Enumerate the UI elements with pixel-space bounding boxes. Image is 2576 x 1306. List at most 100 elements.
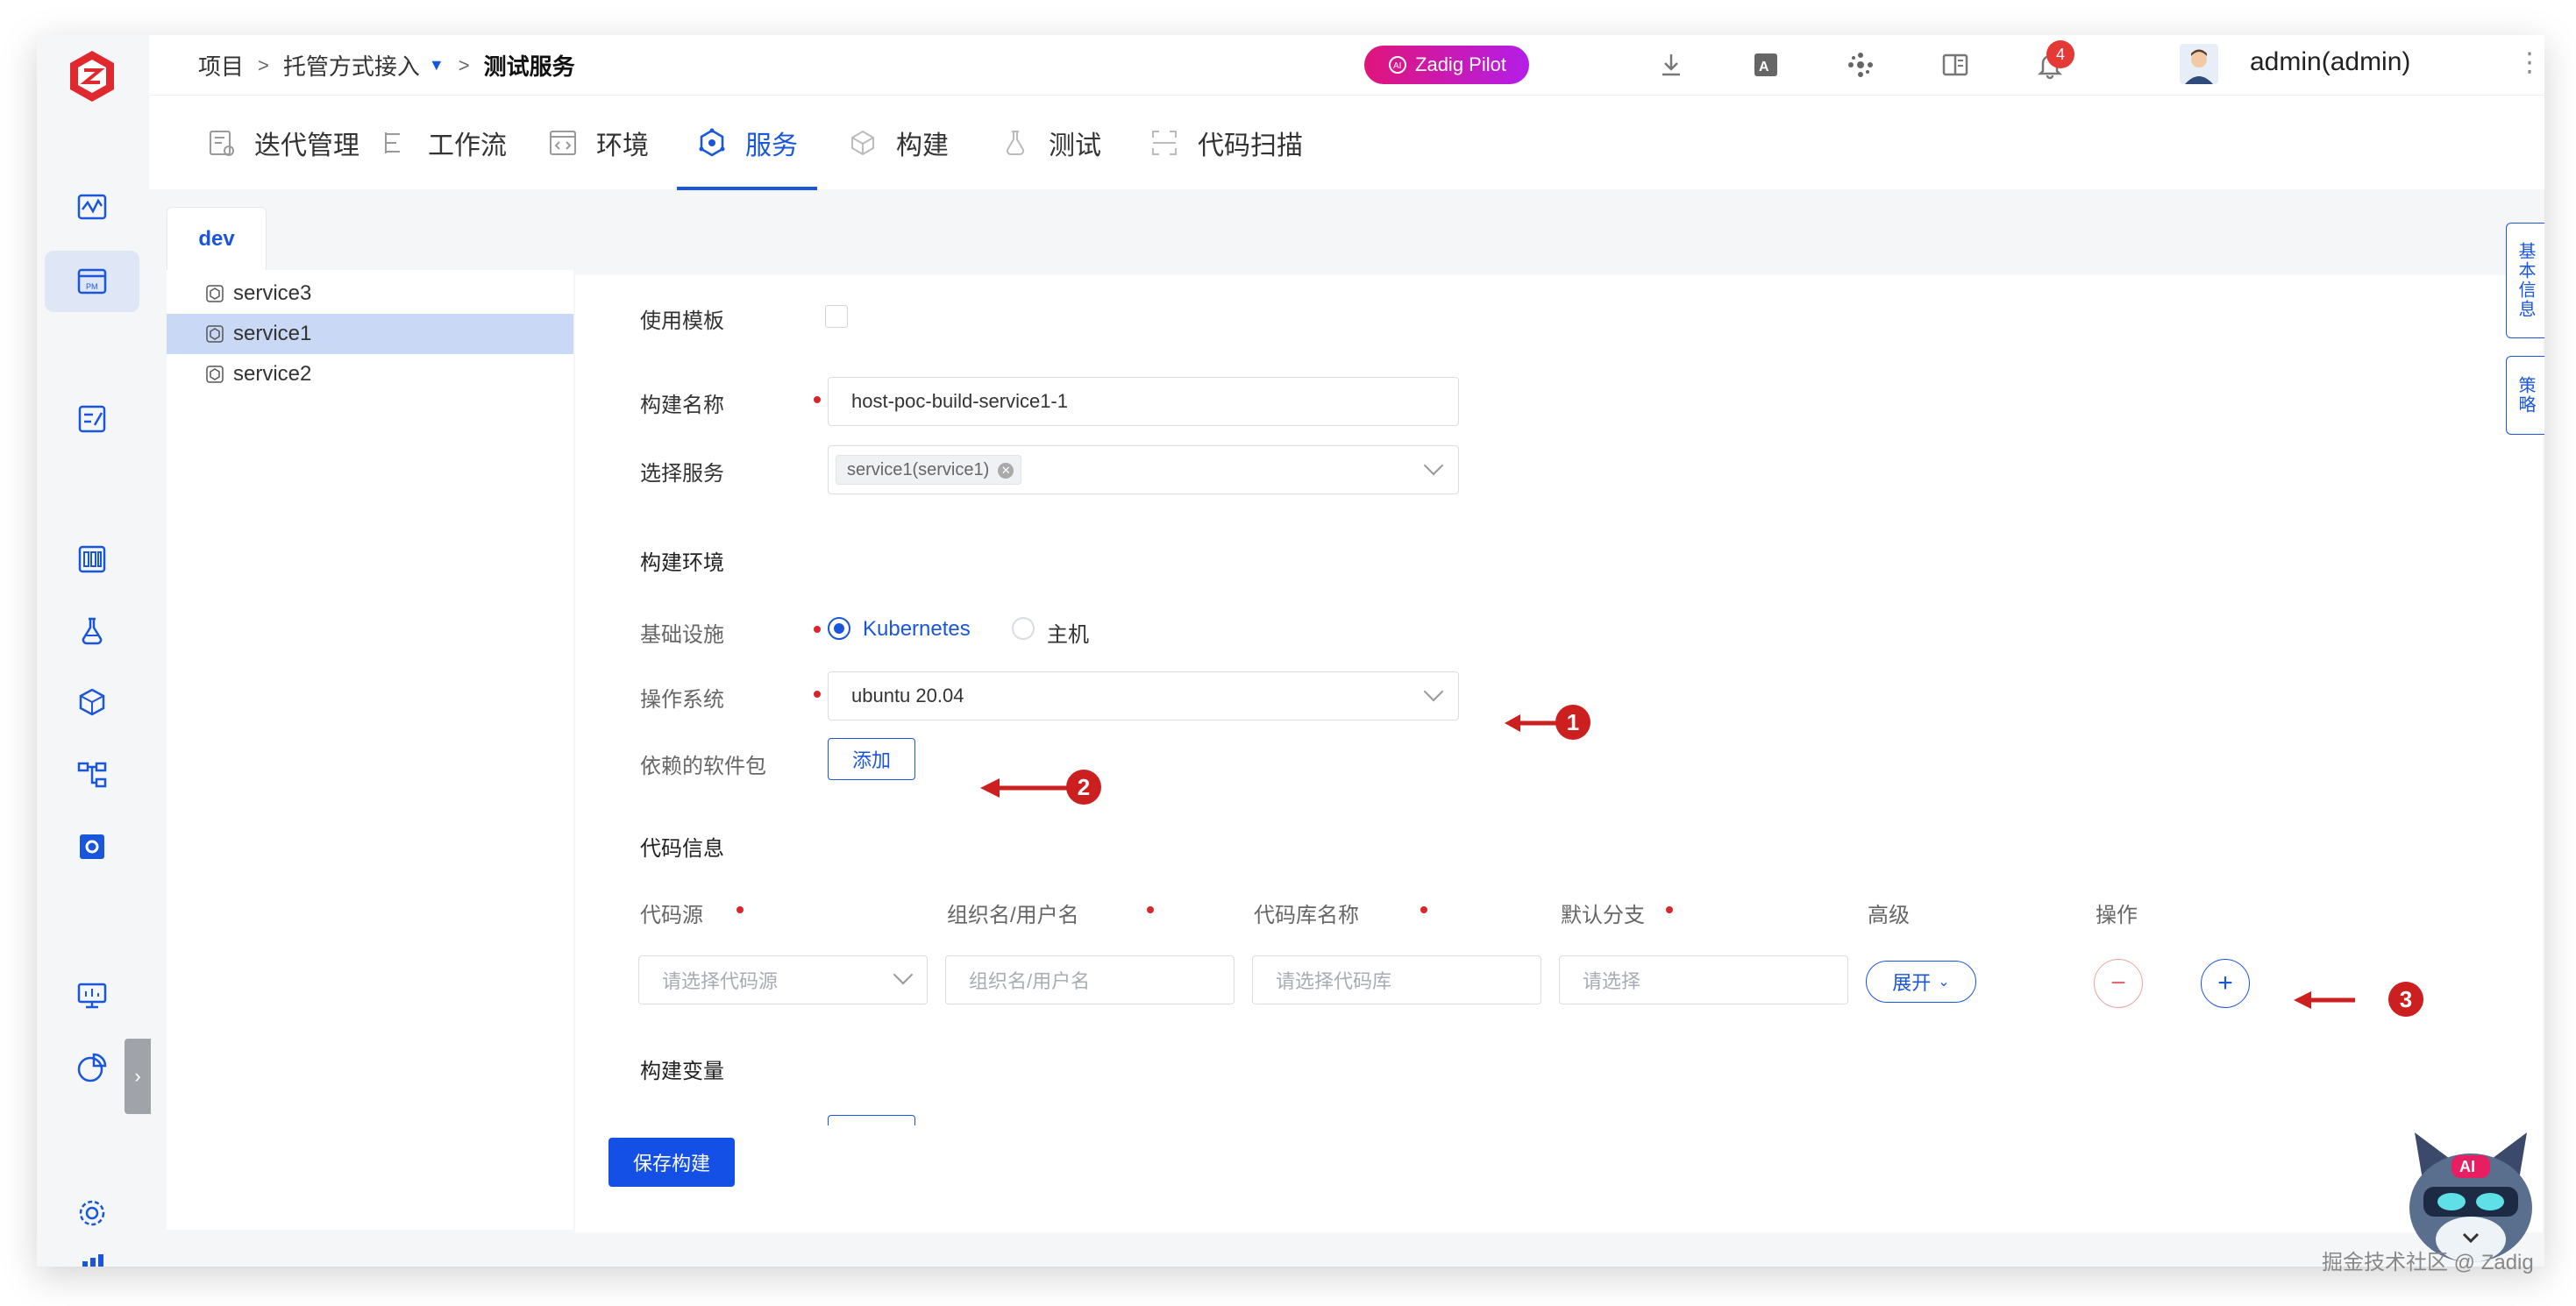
breadcrumb: 项目 > 托管方式接入 ▼ > 测试服务 bbox=[198, 49, 575, 82]
use-template-checkbox[interactable] bbox=[825, 305, 848, 328]
code-info-section-title: 代码信息 bbox=[640, 837, 724, 861]
artifact-icon[interactable] bbox=[69, 680, 115, 726]
tab-label: 工作流 bbox=[428, 131, 507, 160]
left-sidebar: PM › bbox=[37, 35, 151, 1267]
build-name-label: 构建名称 bbox=[640, 394, 724, 417]
build-config-form: 使用模板 构建名称 host-poc-build-service1-1 选择服务… bbox=[575, 275, 2543, 1232]
sidebar-collapse-handle[interactable]: › bbox=[125, 1039, 151, 1114]
infra-option-kubernetes[interactable]: Kubernetes bbox=[863, 617, 971, 642]
breadcrumb-project[interactable]: 项目 bbox=[198, 49, 244, 82]
book-icon[interactable] bbox=[1938, 47, 1973, 82]
required-marker bbox=[1420, 906, 1427, 913]
monitor-icon[interactable] bbox=[69, 973, 115, 1019]
project-management-icon[interactable]: PM bbox=[45, 251, 139, 312]
close-icon[interactable]: ✕ bbox=[998, 463, 1014, 479]
build-name-input[interactable]: host-poc-build-service1-1 bbox=[828, 377, 1459, 426]
repo-select[interactable]: 请选择代码库 bbox=[1252, 955, 1541, 1004]
code-col-org: 组织名/用户名 bbox=[947, 904, 1079, 927]
username[interactable]: admin(admin) bbox=[2250, 47, 2410, 77]
org-input[interactable]: 组织名/用户名 bbox=[945, 955, 1235, 1004]
side-tab-basic-info[interactable]: 基本信息 bbox=[2506, 223, 2544, 338]
required-marker bbox=[1147, 906, 1154, 913]
translate-icon[interactable]: A bbox=[1748, 47, 1783, 82]
os-label: 操作系统 bbox=[640, 688, 724, 712]
chevron-down-icon[interactable]: ▼ bbox=[429, 56, 445, 75]
required-marker bbox=[814, 396, 821, 403]
download-icon[interactable] bbox=[1654, 47, 1689, 82]
plugin-icon[interactable] bbox=[1843, 47, 1878, 82]
svg-text:AI: AI bbox=[1393, 61, 1401, 71]
mascot-badge: AI bbox=[2459, 1158, 2475, 1175]
ai-icon: AI bbox=[1389, 56, 1407, 74]
code-col-branch: 默认分支 bbox=[1561, 904, 1645, 927]
tab-iteration[interactable]: 迭代管理 bbox=[205, 96, 359, 190]
system-settings-icon[interactable] bbox=[69, 1190, 115, 1236]
service-item[interactable]: service1 bbox=[167, 314, 573, 354]
select-service-dropdown[interactable]: service1(service1) ✕ bbox=[828, 445, 1459, 494]
infra-option-host[interactable]: 主机 bbox=[1047, 617, 1089, 648]
svg-text:A: A bbox=[1759, 60, 1769, 75]
os-select[interactable]: ubuntu 20.04 bbox=[828, 671, 1459, 720]
tab-test[interactable]: 测试 bbox=[1000, 96, 1101, 190]
environment-icon bbox=[550, 131, 576, 155]
svg-text:PM: PM bbox=[86, 282, 98, 291]
tab-label: 测试 bbox=[1049, 131, 1101, 160]
pie-chart-icon[interactable] bbox=[69, 1045, 115, 1090]
remove-repo-button[interactable]: − bbox=[2094, 959, 2143, 1008]
chevron-down-icon: ⌄ bbox=[1938, 975, 1950, 990]
settings-box-icon[interactable] bbox=[69, 824, 115, 869]
service-list: service3 service1 service2 bbox=[167, 270, 573, 1230]
tab-build[interactable]: 构建 bbox=[847, 96, 949, 190]
add-deps-button[interactable]: 添加 bbox=[828, 738, 915, 780]
tab-code-scan[interactable]: 代码扫描 bbox=[1149, 96, 1303, 190]
tab-service[interactable]: 服务 bbox=[677, 96, 817, 190]
chevron-down-icon bbox=[1423, 455, 1444, 476]
side-tab-strategy[interactable]: 策略 bbox=[2506, 356, 2544, 435]
zadig-logo[interactable] bbox=[63, 47, 121, 105]
required-marker bbox=[737, 906, 744, 913]
release-icon[interactable] bbox=[69, 396, 115, 442]
service-item-icon bbox=[206, 366, 224, 383]
iteration-icon bbox=[210, 131, 234, 156]
test-icon bbox=[1006, 131, 1025, 155]
more-menu-icon[interactable]: ⋮ bbox=[2516, 47, 2543, 78]
infra-radio-host[interactable] bbox=[1012, 617, 1035, 640]
expand-advanced-button[interactable]: 展开 ⌄ bbox=[1866, 961, 1976, 1003]
service-item-icon bbox=[206, 285, 224, 302]
docs-icon[interactable] bbox=[69, 1245, 115, 1267]
zadig-pilot-label: Zadig Pilot bbox=[1415, 53, 1506, 75]
annotation-arrow-icon bbox=[1505, 714, 1557, 732]
workflow-icon bbox=[385, 132, 400, 153]
env-tab-dev[interactable]: dev bbox=[167, 207, 267, 270]
code-scan-icon bbox=[1152, 131, 1177, 155]
infra-label: 基础设施 bbox=[640, 623, 724, 647]
service-item[interactable]: service3 bbox=[167, 273, 573, 314]
test-flask-icon[interactable] bbox=[69, 608, 115, 654]
avatar[interactable] bbox=[2180, 44, 2218, 84]
save-build-button[interactable]: 保存构建 bbox=[608, 1138, 735, 1187]
chevron-down-icon bbox=[1423, 681, 1444, 702]
code-col-source: 代码源 bbox=[640, 904, 703, 927]
pipeline-icon[interactable] bbox=[69, 752, 115, 798]
board-icon[interactable] bbox=[69, 536, 115, 582]
annotation-arrow-icon bbox=[980, 778, 1068, 798]
zadig-pilot-button[interactable]: AI Zadig Pilot bbox=[1364, 46, 1529, 84]
breadcrumb-separator: > bbox=[458, 53, 470, 76]
required-marker bbox=[814, 626, 821, 633]
build-vars-section-title: 构建变量 bbox=[640, 1060, 724, 1083]
tab-environment[interactable]: 环境 bbox=[547, 96, 649, 190]
code-source-select[interactable]: 请选择代码源 bbox=[638, 955, 928, 1004]
use-template-label: 使用模板 bbox=[640, 309, 724, 333]
infra-radio-kubernetes[interactable] bbox=[828, 617, 850, 640]
top-bar: 项目 > 托管方式接入 ▼ > 测试服务 AI Zadig Pilot A 4 bbox=[149, 35, 2544, 95]
service-name: service1 bbox=[233, 322, 312, 345]
app-window: PM › 项目 > 托管方式接入 ▼ > 测试服务 AI Zadig Pilot… bbox=[37, 35, 2544, 1267]
dashboard-icon[interactable] bbox=[69, 184, 115, 230]
add-repo-button[interactable]: + bbox=[2201, 959, 2250, 1008]
branch-select[interactable]: 请选择 bbox=[1559, 955, 1848, 1004]
tab-workflow[interactable]: 工作流 bbox=[379, 96, 507, 190]
expand-label: 展开 bbox=[1892, 972, 1932, 994]
service-item-icon bbox=[206, 325, 224, 343]
service-item[interactable]: service2 bbox=[167, 354, 573, 394]
breadcrumb-project-name[interactable]: 托管方式接入 bbox=[283, 49, 420, 82]
